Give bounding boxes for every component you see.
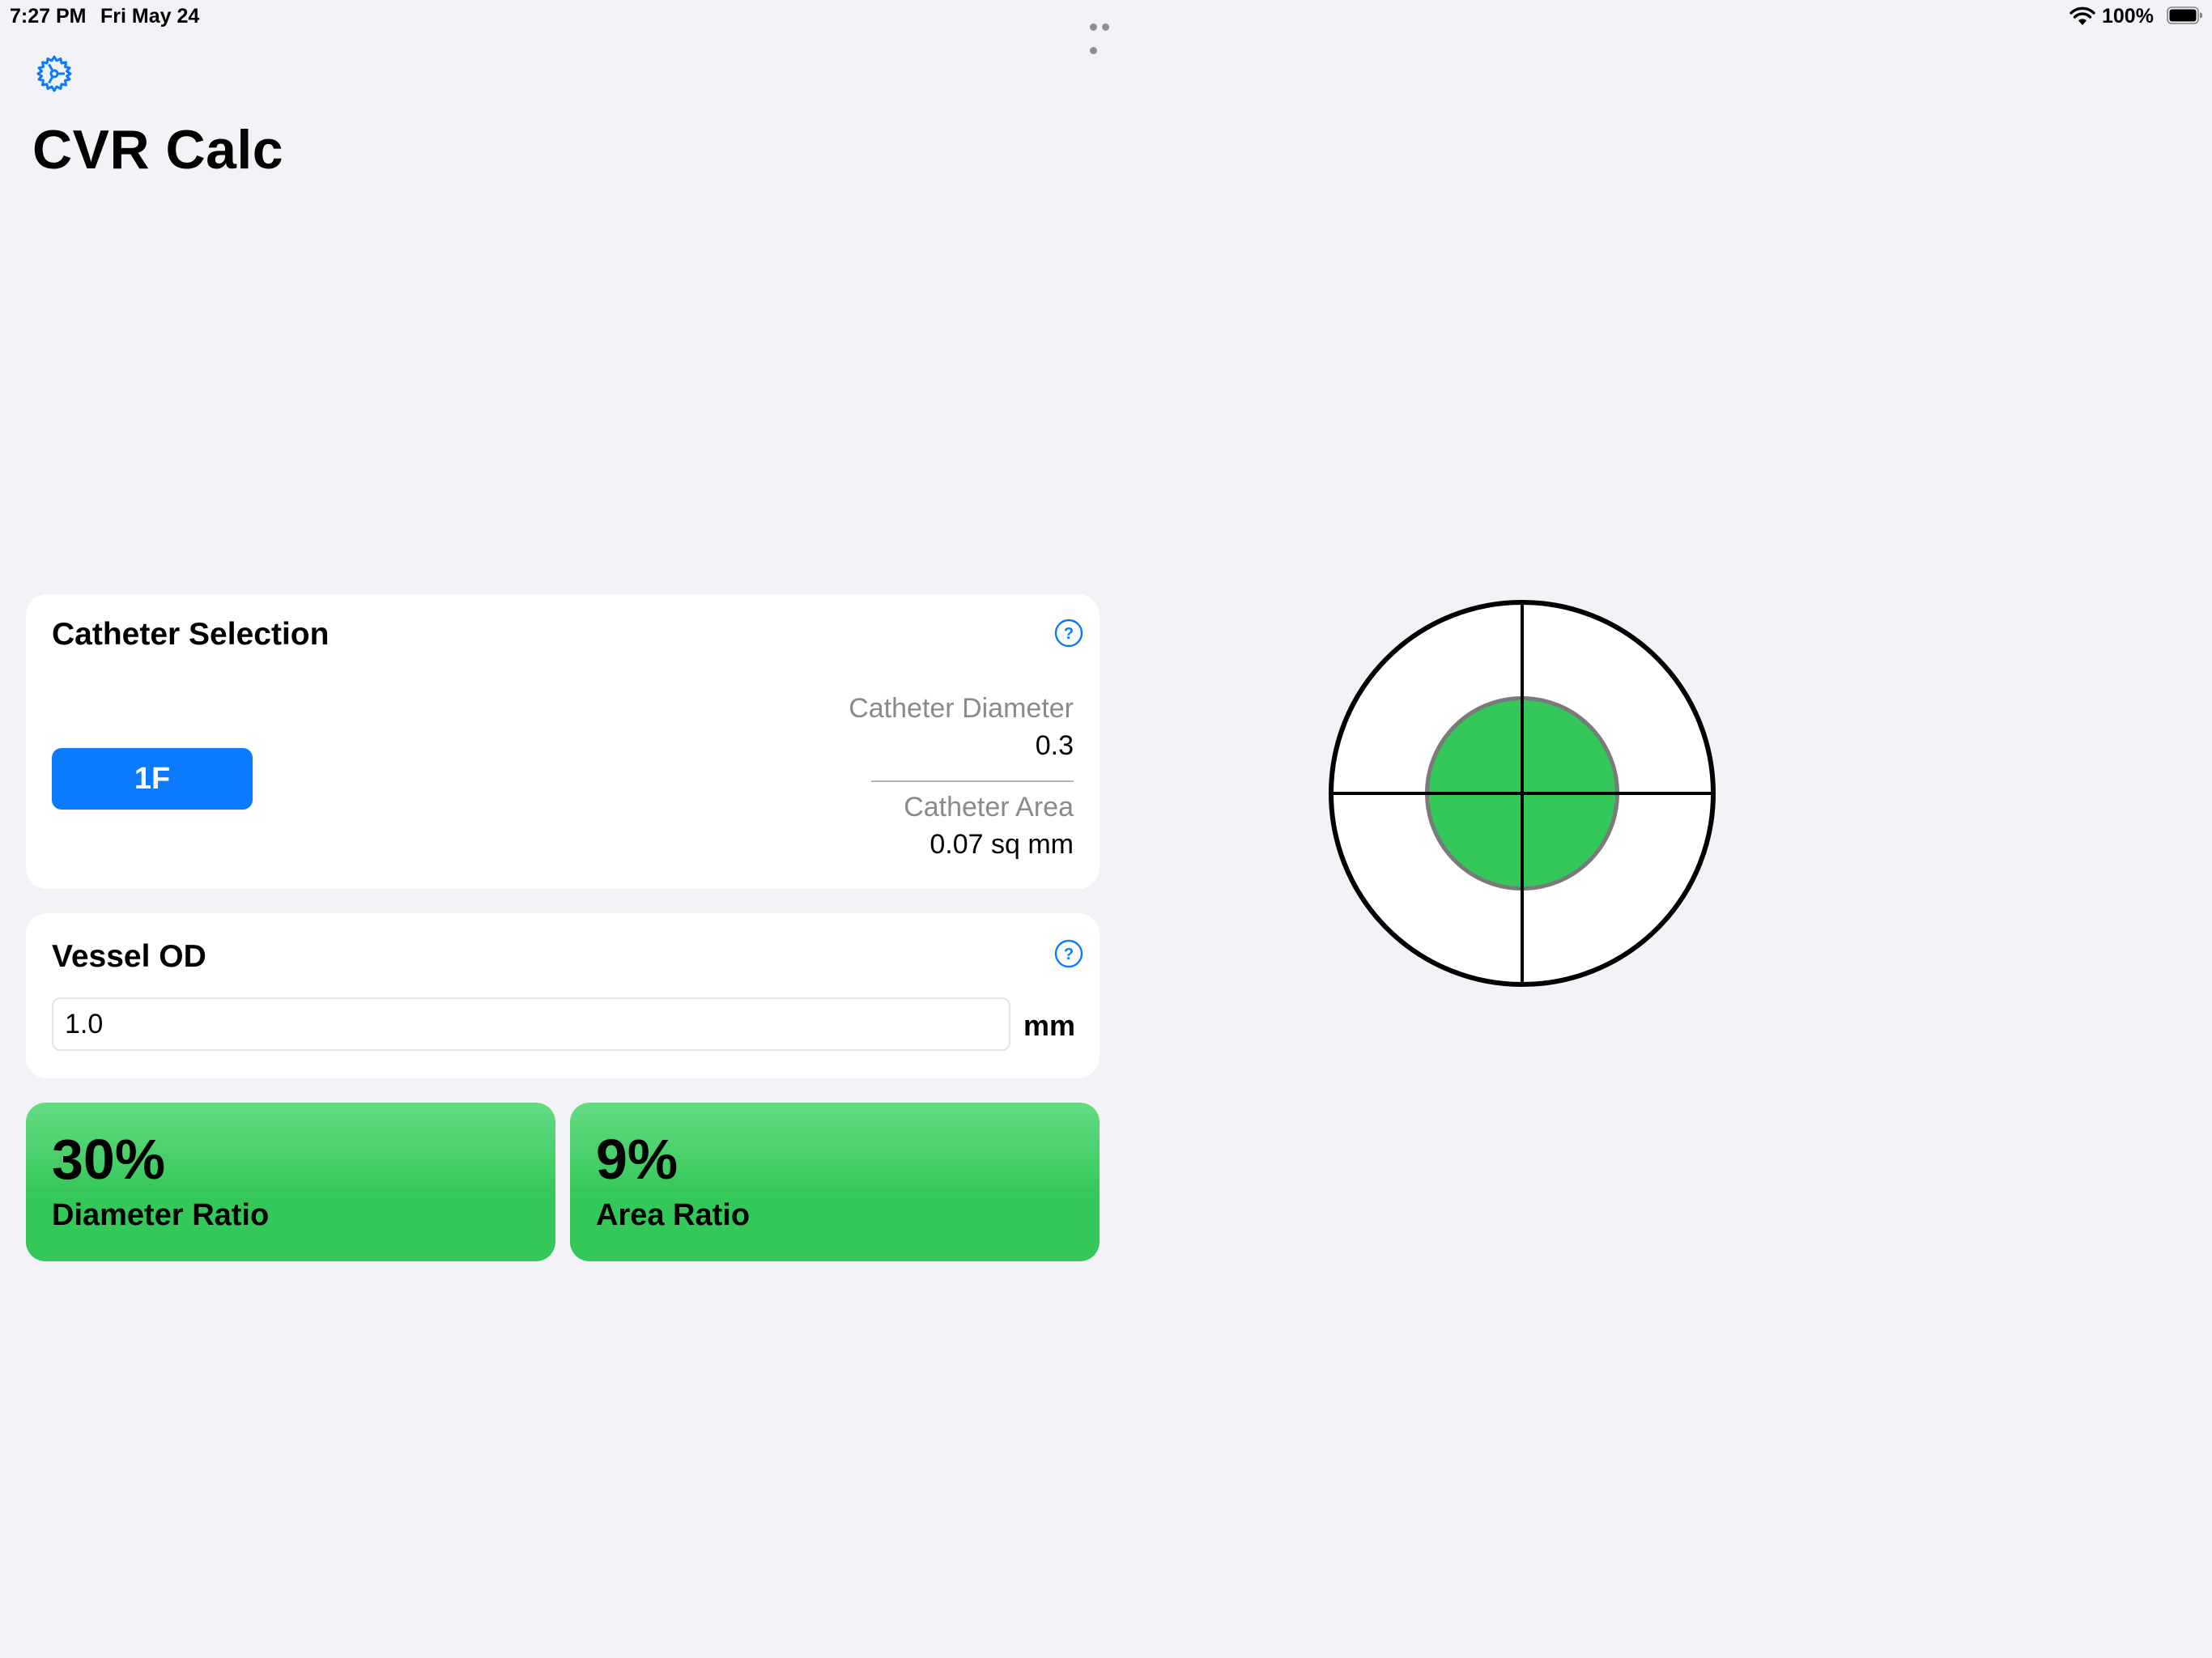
catheter-selection-card: Catheter Selection ? 1F Catheter Diamete… bbox=[26, 594, 1100, 889]
area-ratio-tile: 9% Area Ratio bbox=[570, 1103, 1100, 1261]
divider bbox=[871, 780, 1074, 782]
catheter-selection-title: Catheter Selection bbox=[52, 617, 330, 652]
diameter-ratio-label: Diameter Ratio bbox=[52, 1198, 270, 1232]
svg-text:?: ? bbox=[1064, 625, 1074, 643]
catheter-diameter-value: 0.3 bbox=[1035, 730, 1074, 761]
question-circle-icon[interactable]: ? bbox=[1054, 939, 1083, 968]
gear-icon[interactable] bbox=[34, 53, 74, 94]
multitasking-dots-icon[interactable] bbox=[1090, 13, 1125, 54]
page-title: CVR Calc bbox=[32, 119, 284, 181]
catheter-area-label: Catheter Area bbox=[904, 792, 1074, 823]
catheter-diameter-label: Catheter Diameter bbox=[849, 693, 1074, 724]
status-time: 7:27 PM bbox=[10, 5, 87, 28]
catheter-area-value: 0.07 sq mm bbox=[929, 829, 1074, 860]
battery-icon bbox=[2167, 6, 2202, 24]
status-date: Fri May 24 bbox=[100, 5, 200, 28]
svg-text:?: ? bbox=[1064, 946, 1074, 963]
vessel-od-input[interactable] bbox=[52, 997, 1010, 1051]
french-size-button[interactable]: 1F bbox=[52, 748, 253, 810]
vessel-od-card: Vessel OD ? mm bbox=[26, 913, 1100, 1078]
diameter-ratio-tile: 30% Diameter Ratio bbox=[26, 1103, 555, 1261]
area-ratio-value: 9% bbox=[596, 1128, 678, 1191]
diameter-ratio-value: 30% bbox=[52, 1128, 166, 1191]
vessel-od-title: Vessel OD bbox=[52, 939, 206, 974]
area-ratio-label: Area Ratio bbox=[596, 1198, 751, 1232]
question-circle-icon[interactable]: ? bbox=[1054, 619, 1083, 648]
vessel-diagram bbox=[1329, 600, 1716, 987]
vessel-od-unit: mm bbox=[1023, 1009, 1076, 1042]
battery-percent: 100% bbox=[2102, 5, 2154, 28]
status-bar: 7:27 PM Fri May 24 100% bbox=[0, 0, 2212, 54]
wifi-icon bbox=[2069, 6, 2095, 25]
